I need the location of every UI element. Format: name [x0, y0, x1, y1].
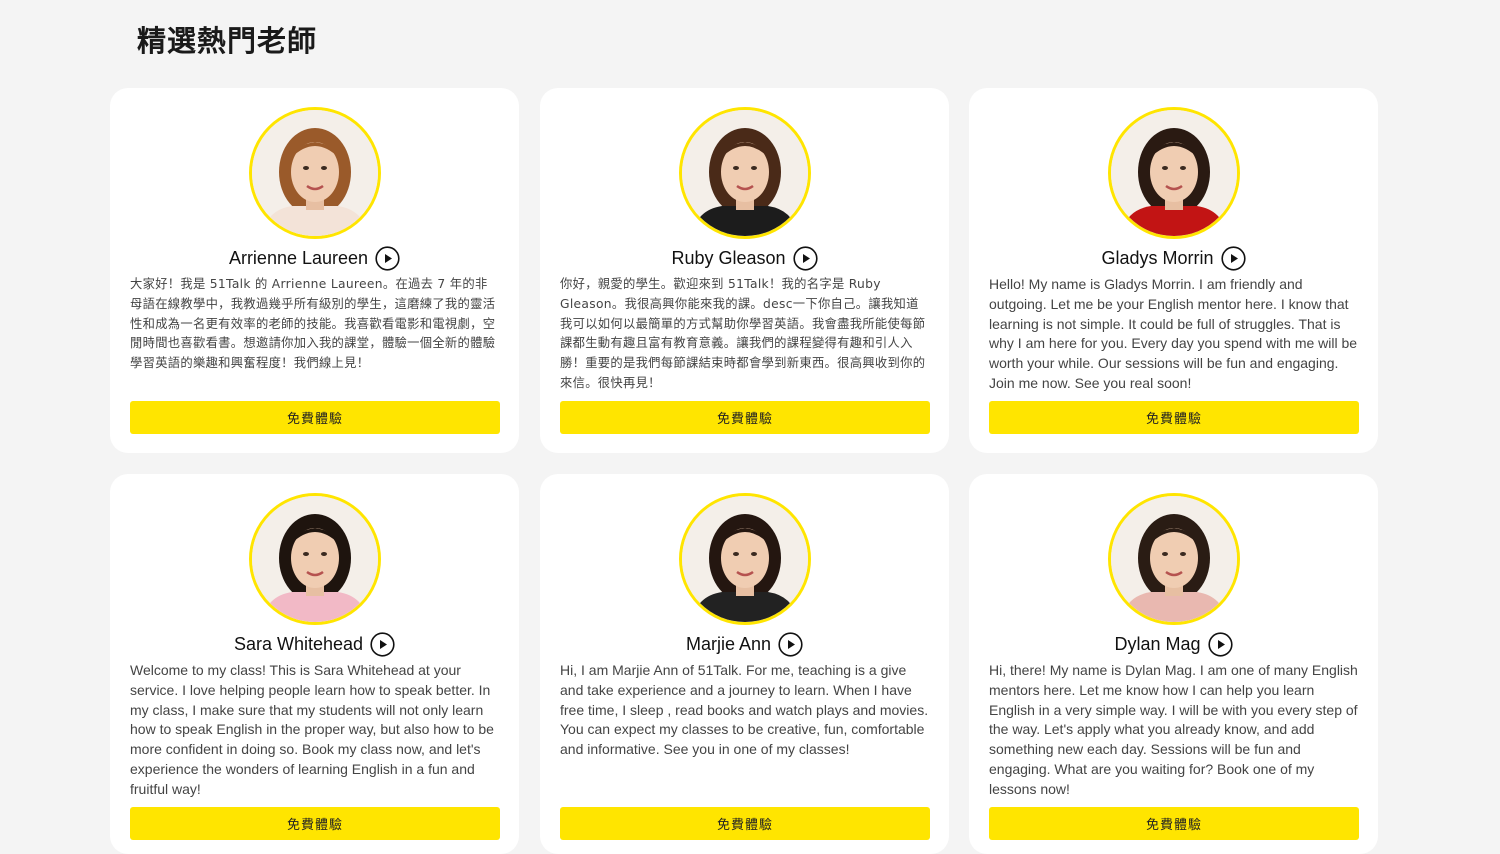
play-circle-icon[interactable]	[778, 631, 803, 657]
teacher-avatar[interactable]	[679, 493, 811, 625]
teacher-card: Sara Whitehead Welcome to my class! This…	[110, 474, 519, 854]
free-trial-button[interactable]: 免費體驗	[989, 807, 1359, 840]
teacher-avatar[interactable]	[1108, 493, 1240, 625]
teacher-card: Ruby Gleason 你好，親愛的學生。歡迎來到 51Talk！我的名字是 …	[540, 88, 949, 453]
page-title: 精選熱門老師	[137, 24, 318, 58]
portrait-image	[682, 496, 808, 622]
teacher-description: Hello! My name is Gladys Morrin. I am fr…	[989, 276, 1358, 391]
portrait-image	[252, 496, 378, 622]
teacher-name-row: Ruby Gleason	[540, 244, 949, 272]
teacher-name: Marjie Ann	[685, 633, 772, 654]
free-trial-button[interactable]: 免費體驗	[130, 401, 500, 434]
teacher-avatar[interactable]	[249, 107, 381, 239]
teacher-name-row: Sara Whitehead	[110, 630, 519, 658]
portrait-image	[1111, 110, 1237, 236]
teacher-card: Dylan Mag Hi, there! My name is Dylan Ma…	[969, 474, 1378, 854]
teacher-name-row: Dylan Mag	[969, 630, 1378, 658]
teacher-name: Arrienne Laureen	[228, 247, 369, 268]
play-circle-icon[interactable]	[1207, 631, 1233, 657]
teacher-name-row: Arrienne Laureen	[110, 244, 519, 272]
play-circle-icon[interactable]	[1220, 245, 1246, 271]
teacher-name-row: Marjie Ann	[540, 630, 949, 658]
portrait-image	[682, 110, 808, 236]
teacher-card: Gladys Morrin Hello! My name is Gladys M…	[969, 88, 1378, 453]
teacher-avatar[interactable]	[679, 107, 811, 239]
teacher-description: Welcome to my class! This is Sara Whiteh…	[130, 662, 494, 797]
free-trial-button[interactable]: 免費體驗	[560, 401, 930, 434]
teacher-description: 你好，親愛的學生。歡迎來到 51Talk！我的名字是 Ruby Gleason。…	[560, 277, 926, 390]
portrait-image	[252, 110, 378, 236]
teacher-description: Hi, I am Marjie Ann of 51Talk. For me, t…	[560, 662, 929, 758]
teacher-description: 大家好！我是 51Talk 的 Arrienne Laureen。在過去 7 年…	[130, 277, 496, 371]
teacher-name-row: Gladys Morrin	[969, 244, 1378, 272]
portrait-image	[1111, 496, 1237, 622]
play-circle-icon[interactable]	[792, 245, 818, 271]
teacher-avatar[interactable]	[1108, 107, 1240, 239]
teacher-card: Marjie Ann Hi, I am Marjie Ann of 51Talk…	[540, 474, 949, 854]
teacher-name: Dylan Mag	[1114, 633, 1201, 654]
teacher-description: Hi, there! My name is Dylan Mag. I am on…	[989, 662, 1358, 797]
play-circle-icon[interactable]	[375, 245, 400, 271]
teacher-name: Ruby Gleason	[671, 247, 786, 268]
teacher-avatar[interactable]	[249, 493, 381, 625]
teacher-name: Gladys Morrin	[1101, 247, 1214, 268]
free-trial-button[interactable]: 免費體驗	[989, 401, 1359, 434]
teacher-name: Sara Whitehead	[233, 633, 364, 654]
play-circle-icon[interactable]	[370, 631, 395, 657]
teacher-card: Arrienne Laureen 大家好！我是 51Talk 的 Arrienn…	[110, 88, 519, 453]
free-trial-button[interactable]: 免費體驗	[560, 807, 930, 840]
free-trial-button[interactable]: 免費體驗	[130, 807, 500, 840]
